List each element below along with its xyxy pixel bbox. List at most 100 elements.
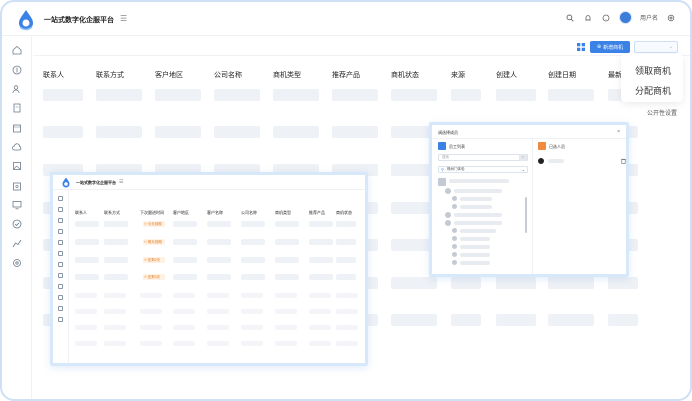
tree-node-label[interactable]: [460, 205, 492, 209]
preview-nav-icon: [58, 262, 63, 267]
help-icon[interactable]: [601, 13, 611, 23]
column-header: 创建日期: [548, 72, 576, 79]
column-header: 商机状态: [391, 72, 419, 79]
selected-users-icon: [538, 142, 546, 150]
preview-placeholder-cell: [241, 221, 265, 227]
tree-node-label[interactable]: [454, 213, 502, 217]
preview-placeholder-cell: [207, 221, 231, 227]
placeholder-cell: [43, 126, 83, 138]
preview-placeholder-cell: [75, 221, 99, 227]
preview-column-header: 商机类型: [275, 210, 291, 215]
column-header: 推荐产品: [332, 72, 360, 79]
preview-placeholder-cell: [140, 309, 162, 314]
tree-node-label[interactable]: [454, 221, 502, 225]
users-icon[interactable]: [12, 84, 22, 94]
placeholder-cell: [496, 314, 536, 326]
preview-placeholder-cell: [241, 274, 265, 280]
placeholder-cell: [214, 89, 260, 101]
avatar: [538, 158, 544, 164]
tree-node-label[interactable]: [460, 237, 490, 241]
placeholder-cell: [496, 277, 536, 289]
placeholder-cell: [155, 89, 201, 101]
tree-node-icon: [438, 178, 446, 186]
preview-column-header: 联系人: [75, 210, 87, 215]
tree-node-label[interactable]: [460, 261, 490, 265]
preview-nav-icon: [58, 273, 63, 278]
tree-node-label[interactable]: [454, 189, 502, 193]
menu-item-visibility-settings[interactable]: 公开性设置: [647, 108, 677, 117]
preview-placeholder-cell: [336, 221, 356, 227]
preview-placeholder-cell: [104, 257, 128, 263]
preview-placeholder-cell: [140, 325, 162, 330]
close-icon[interactable]: ×: [617, 129, 620, 135]
department-select-value: 橡树门体验: [447, 167, 465, 171]
tree-node-label[interactable]: [460, 245, 490, 249]
cloud-icon[interactable]: [12, 142, 22, 152]
preview-placeholder-cell: [275, 221, 299, 227]
preview-placeholder-cell: [275, 293, 297, 298]
placeholder-cell: [391, 314, 437, 326]
preview-card: 一站式数字化企服平台 ☰ 联系人 联系方式 下次跟进时间 客户地区 客户名称 公司名称 商机…: [50, 172, 368, 366]
placeholder-cell: [548, 89, 594, 101]
delete-icon[interactable]: [621, 158, 626, 164]
menu-item-assign[interactable]: 分配商机: [635, 84, 671, 97]
bell-icon[interactable]: [583, 13, 593, 23]
placeholder-cell: [548, 277, 594, 289]
tree-node-icon: [452, 236, 457, 241]
selected-user-name: [548, 159, 564, 163]
monitor-icon[interactable]: [12, 200, 22, 210]
tree-node-label[interactable]: [460, 197, 492, 201]
tree-node-icon: [445, 188, 451, 194]
preview-placeholder-cell: [207, 309, 229, 314]
preview-nav-icon: [58, 251, 63, 256]
avatar[interactable]: [618, 11, 632, 24]
more-actions-dropdown[interactable]: ⌄: [634, 41, 678, 53]
placeholder-cell: [451, 277, 481, 289]
preview-placeholder-cell: [75, 325, 97, 330]
schedule-icon[interactable]: [12, 181, 22, 191]
search-input[interactable]: 搜索 ⌕: [438, 154, 528, 161]
placeholder-cell: [43, 89, 83, 101]
preview-placeholder-cell: [104, 239, 128, 245]
preview-nav-icon: [58, 196, 63, 201]
grid-icon[interactable]: [577, 43, 585, 51]
placeholder-cell: [391, 277, 437, 289]
chart-icon[interactable]: [12, 238, 22, 248]
preview-placeholder-cell: [336, 274, 356, 280]
column-header: 来源: [451, 72, 465, 79]
image-icon[interactable]: [12, 161, 22, 171]
preview-placeholder-cell: [173, 257, 197, 263]
department-select[interactable]: ⚲ 橡树门体验 ⌄: [438, 166, 528, 173]
preview-placeholder-cell: [173, 293, 195, 298]
search-icon[interactable]: ⌕: [519, 154, 527, 161]
document-icon[interactable]: [12, 103, 22, 113]
check-circle-icon[interactable]: [12, 219, 22, 229]
column-header: 公司名称: [214, 72, 242, 79]
menu-item-claim[interactable]: 领取商机: [635, 64, 671, 77]
search-icon[interactable]: [565, 13, 575, 23]
new-opportunity-button[interactable]: ⊕ 新增商机: [590, 41, 630, 53]
dollar-icon[interactable]: [12, 65, 22, 75]
tree-node-label[interactable]: [460, 229, 496, 233]
tree-node-label[interactable]: [449, 179, 509, 183]
preview-placeholder-cell: [336, 325, 358, 330]
calendar-icon[interactable]: [12, 123, 22, 133]
preview-placeholder-cell: [207, 274, 231, 280]
tree-node-icon: [452, 244, 457, 249]
preview-placeholder-cell: [104, 309, 126, 314]
preview-placeholder-cell: [75, 293, 97, 298]
home-icon[interactable]: [12, 45, 22, 55]
preview-placeholder-cell: [173, 309, 195, 314]
preview-placeholder-cell: [207, 293, 229, 298]
tree-node-label[interactable]: [460, 253, 490, 257]
user-name[interactable]: 用户名: [640, 13, 658, 22]
gear-icon[interactable]: [12, 258, 22, 268]
preview-placeholder-cell: [275, 274, 299, 280]
placeholder-cell: [391, 89, 437, 101]
scrollbar[interactable]: [525, 197, 527, 233]
preview-placeholder-cell: [207, 341, 229, 346]
menu-fold-icon[interactable]: ☰: [120, 14, 127, 23]
settings-icon[interactable]: [666, 13, 676, 23]
preview-placeholder-cell: [104, 274, 128, 280]
chevron-down-icon: ⌄: [668, 44, 673, 50]
